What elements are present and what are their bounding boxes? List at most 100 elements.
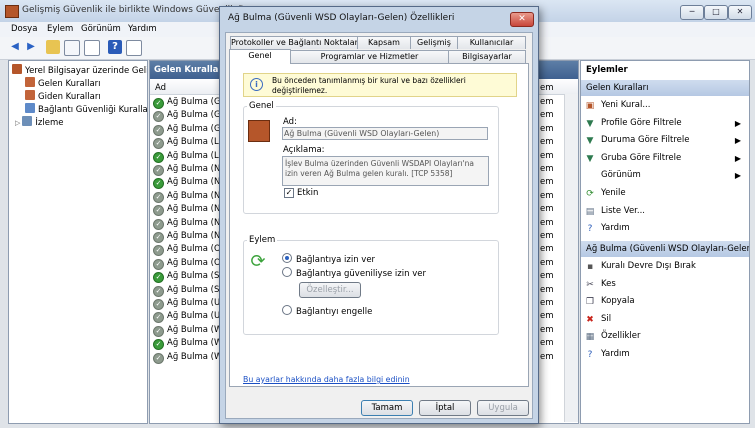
blank-icon — [585, 168, 595, 178]
minimize-button[interactable]: ─ — [680, 5, 704, 20]
show-hide-tree-icon[interactable] — [64, 40, 80, 56]
help-icon[interactable]: ? — [108, 40, 122, 54]
dialog-body: Protokoller ve Bağlantı Noktaları Kapsam… — [225, 32, 533, 419]
rule-name: Ağ Bulma (NB — [167, 164, 227, 174]
menu-action[interactable]: Eylem — [47, 24, 73, 34]
enabled-check-icon: ✓ — [153, 124, 164, 136]
menu-view[interactable]: Görünüm — [81, 24, 121, 34]
tree-item-inbound-rules[interactable]: Gelen Kuralları — [25, 77, 101, 90]
actions-header: Eylemler — [586, 65, 628, 75]
tab-scope[interactable]: Kapsam — [357, 36, 411, 49]
action-label: Görünüm — [601, 170, 641, 181]
navigation-tree: Yerel Bilgisayar üzerinde Gelişm Gelen K… — [8, 60, 148, 424]
back-icon[interactable]: ◀ — [8, 40, 22, 54]
action-label: Gruba Göre Filtrele — [601, 152, 682, 163]
radio-allow-secure[interactable]: Bağlantıya güveniliyse izin ver — [282, 267, 426, 279]
enabled-check-icon: ✓ — [153, 178, 164, 190]
action-item[interactable]: ✂ Kes — [585, 276, 745, 293]
customize-button[interactable]: Özelleştir... — [299, 282, 361, 298]
rule-group: em — [540, 351, 554, 362]
action-item[interactable]: ▼ Profile Göre Filtrele ▶ — [585, 115, 745, 132]
rule-group: em — [540, 244, 554, 255]
name-field[interactable]: Ağ Bulma (Güvenli WSD Olayları-Gelen) — [282, 127, 488, 140]
rule-group: em — [540, 324, 554, 335]
action-item[interactable]: ⟳ Yenile — [585, 185, 745, 202]
ok-button[interactable]: Tamam — [361, 400, 413, 416]
export-list-icon[interactable] — [84, 40, 100, 56]
rule-group: em — [540, 164, 554, 174]
action-item[interactable]: ▼ Duruma Göre Filtrele ▶ — [585, 132, 745, 149]
action-label: Yeni Kural... — [601, 100, 651, 110]
actions-section-rule[interactable]: Ağ Bulma (Güvenli WSD Olayları-Gelen) — [581, 241, 749, 257]
column-name[interactable]: Ad — [155, 83, 166, 93]
enabled-check-icon: ✓ — [153, 245, 164, 257]
rule-group: em — [540, 97, 554, 107]
cancel-button[interactable]: İptal — [419, 400, 471, 416]
tree-item-monitoring[interactable]: ▷ İzleme — [15, 116, 63, 129]
enabled-check-icon: ✓ — [153, 138, 164, 150]
properties-dialog: Ağ Bulma (Güvenli WSD Olayları-Gelen) Öz… — [219, 6, 539, 424]
menu-help[interactable]: Yardım — [128, 24, 157, 34]
action-item[interactable]: ❐ Kopyala — [585, 293, 745, 310]
action-item[interactable]: ▦ Özellikler — [585, 328, 745, 345]
action-item[interactable]: ▣ Yeni Kural... — [585, 97, 745, 114]
action-item[interactable]: Görünüm ▶ — [585, 167, 745, 184]
tab-advanced[interactable]: Gelişmiş — [410, 36, 458, 49]
actions-pane: Eylemler Gelen Kuralları ▣ Yeni Kural... ▼… — [580, 60, 750, 424]
refresh-icon: ⟳ — [586, 189, 594, 199]
tab-users[interactable]: Kullanıcılar — [457, 36, 526, 49]
tab-programs[interactable]: Programlar ve Hizmetler — [290, 50, 449, 63]
forward-icon[interactable]: ▶ — [24, 40, 38, 54]
radio-secure-button[interactable] — [282, 267, 292, 277]
radio-allow[interactable]: Bağlantıya izin ver — [282, 253, 375, 265]
rule-name: Ağ Bulma (NB — [167, 204, 227, 215]
general-group-label: Genel — [247, 101, 276, 111]
expand-arrow-icon[interactable]: ▷ — [15, 119, 20, 127]
rule-name: Ağ Bulma (NB — [167, 231, 227, 241]
rule-group: em — [540, 284, 554, 295]
rule-group: em — [540, 311, 554, 322]
action-label: Sil — [601, 313, 612, 324]
tree-item-outbound-rules[interactable]: Giden Kuralları — [25, 90, 101, 103]
close-button[interactable]: ✕ — [728, 5, 752, 20]
tab-protocols[interactable]: Protokoller ve Bağlantı Noktaları — [230, 36, 360, 49]
filter-icon: ▼ — [586, 136, 594, 147]
action-item[interactable]: ▪ Kuralı Devre Dışı Bırak — [585, 258, 745, 275]
enabled-check-icon: ✓ — [153, 312, 164, 324]
enabled-check-icon: ✓ — [153, 339, 164, 351]
radio-block[interactable]: Bağlantıyı engelle — [282, 305, 372, 317]
enabled-checkbox[interactable]: ✓ — [284, 188, 294, 198]
enabled-check-icon: ✓ — [153, 151, 164, 163]
tree-item-connection-security[interactable]: Bağlantı Güvenliği Kuralları — [25, 103, 147, 116]
actions-section-inbound[interactable]: Gelen Kuralları — [581, 80, 749, 96]
apply-button[interactable]: Uygula — [477, 400, 529, 416]
learn-more-link[interactable]: Bu ayarlar hakkında daha fazla bilgi edi… — [243, 375, 410, 384]
vertical-scrollbar[interactable] — [564, 94, 578, 422]
properties-icon[interactable] — [126, 40, 142, 56]
description-field[interactable]: İşlev Bulma üzerinden Güvenli WSDAPI Ola… — [282, 156, 489, 186]
rule-group: em — [540, 137, 554, 148]
action-item[interactable]: ? Yardım — [585, 220, 745, 237]
radio-block-button[interactable] — [282, 305, 292, 315]
up-folder-icon[interactable] — [46, 40, 60, 54]
radio-allow-button[interactable] — [282, 253, 292, 263]
action-item[interactable]: ▤ Liste Ver... — [585, 203, 745, 220]
column-group[interactable]: em — [540, 83, 554, 93]
action-item[interactable]: ? Yardım — [585, 346, 745, 363]
tab-computers[interactable]: Bilgisayarlar — [448, 50, 526, 63]
help-icon: ? — [587, 224, 593, 235]
menu-file[interactable]: Dosya — [11, 24, 37, 34]
tree-root[interactable]: Yerel Bilgisayar üzerinde Gelişm — [12, 64, 147, 77]
maximize-button[interactable]: □ — [704, 5, 728, 20]
filter-icon: ▼ — [586, 118, 594, 129]
action-item[interactable]: ✖ Sil — [585, 311, 745, 328]
dialog-close-button[interactable]: ✕ — [510, 12, 534, 27]
enabled-check-icon: ✓ — [153, 258, 164, 270]
tab-general[interactable]: Genel — [229, 49, 291, 64]
description-label: Açıklama: — [283, 145, 325, 155]
action-label: Kopyala — [601, 296, 635, 307]
inbound-rules-icon — [25, 77, 35, 87]
rule-group: em — [540, 257, 554, 268]
enabled-check-icon: ✓ — [153, 165, 164, 176]
action-item[interactable]: ▼ Gruba Göre Filtrele ▶ — [585, 150, 745, 167]
